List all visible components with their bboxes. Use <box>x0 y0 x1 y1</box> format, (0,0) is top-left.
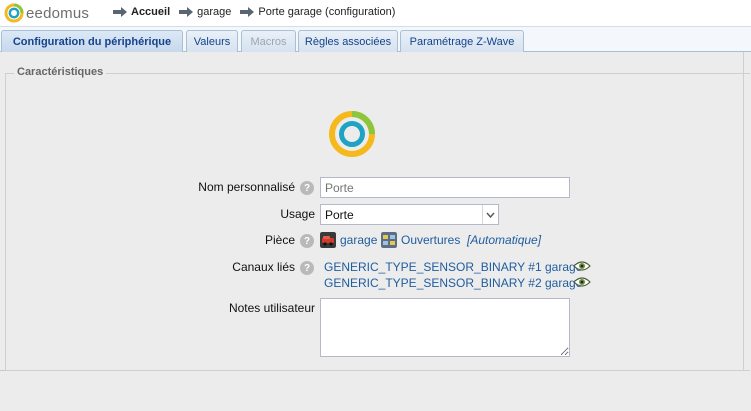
tab-associated-rules[interactable]: Règles associées <box>298 30 398 52</box>
breadcrumb-current: Porte garage (configuration) <box>258 6 396 18</box>
usage-value: Porte <box>325 208 354 222</box>
linked-channel-link[interactable]: GENERIC_TYPE_SENSOR_BINARY #2 garage <box>324 276 582 290</box>
tab-bar: Configuration du périphérique Valeurs Ma… <box>0 27 751 53</box>
tab-values[interactable]: Valeurs <box>186 30 238 52</box>
logo-text: eedomus <box>26 4 90 22</box>
eedomus-logo[interactable]: eedomus <box>4 3 89 23</box>
tab-macros[interactable]: Macros <box>241 30 296 52</box>
usage-select[interactable]: Porte <box>320 204 499 225</box>
room-link[interactable]: garage <box>340 233 377 247</box>
custom-name-label: Nom personnalisé <box>198 180 295 194</box>
room-group-link[interactable]: Ouvertures <box>401 233 460 247</box>
fieldset-legend: Caractéristiques <box>14 66 107 78</box>
user-notes-label: Notes utilisateur <box>228 301 315 315</box>
openings-group-icon <box>381 232 397 248</box>
eye-icon[interactable] <box>573 260 591 272</box>
help-icon[interactable]: ? <box>300 261 314 275</box>
tab-zwave-settings[interactable]: Paramétrage Z-Wave <box>400 30 524 52</box>
linked-channel-link[interactable]: GENERIC_TYPE_SENSOR_BINARY #1 garage <box>324 260 582 274</box>
help-icon[interactable]: ? <box>300 234 314 248</box>
help-icon[interactable]: ? <box>300 181 314 195</box>
breadcrumb: Accueil garage Porte garage (configurati… <box>113 6 404 18</box>
room-label: Pièce <box>264 233 295 247</box>
breadcrumb-arrow-icon <box>113 7 127 17</box>
garage-room-icon <box>320 232 336 248</box>
custom-name-input[interactable] <box>320 177 570 198</box>
chevron-down-icon[interactable] <box>482 205 498 224</box>
room-auto-tag: [Automatique] <box>467 233 542 247</box>
linked-channels-label: Canaux liés <box>232 260 295 274</box>
tab-device-configuration[interactable]: Configuration du périphérique <box>1 30 183 53</box>
eye-icon[interactable] <box>573 276 591 288</box>
user-notes-textarea[interactable] <box>320 298 570 357</box>
breadcrumb-arrow-icon <box>240 7 255 17</box>
usage-label: Usage <box>280 207 315 221</box>
breadcrumb-home[interactable]: Accueil <box>131 6 170 18</box>
device-icon <box>329 111 375 157</box>
breadcrumb-room[interactable]: garage <box>197 6 231 18</box>
breadcrumb-arrow-icon <box>179 7 194 17</box>
top-bar: eedomus Accueil garage Porte garage (con… <box>0 0 751 27</box>
eedomus-logo-icon <box>4 3 24 23</box>
